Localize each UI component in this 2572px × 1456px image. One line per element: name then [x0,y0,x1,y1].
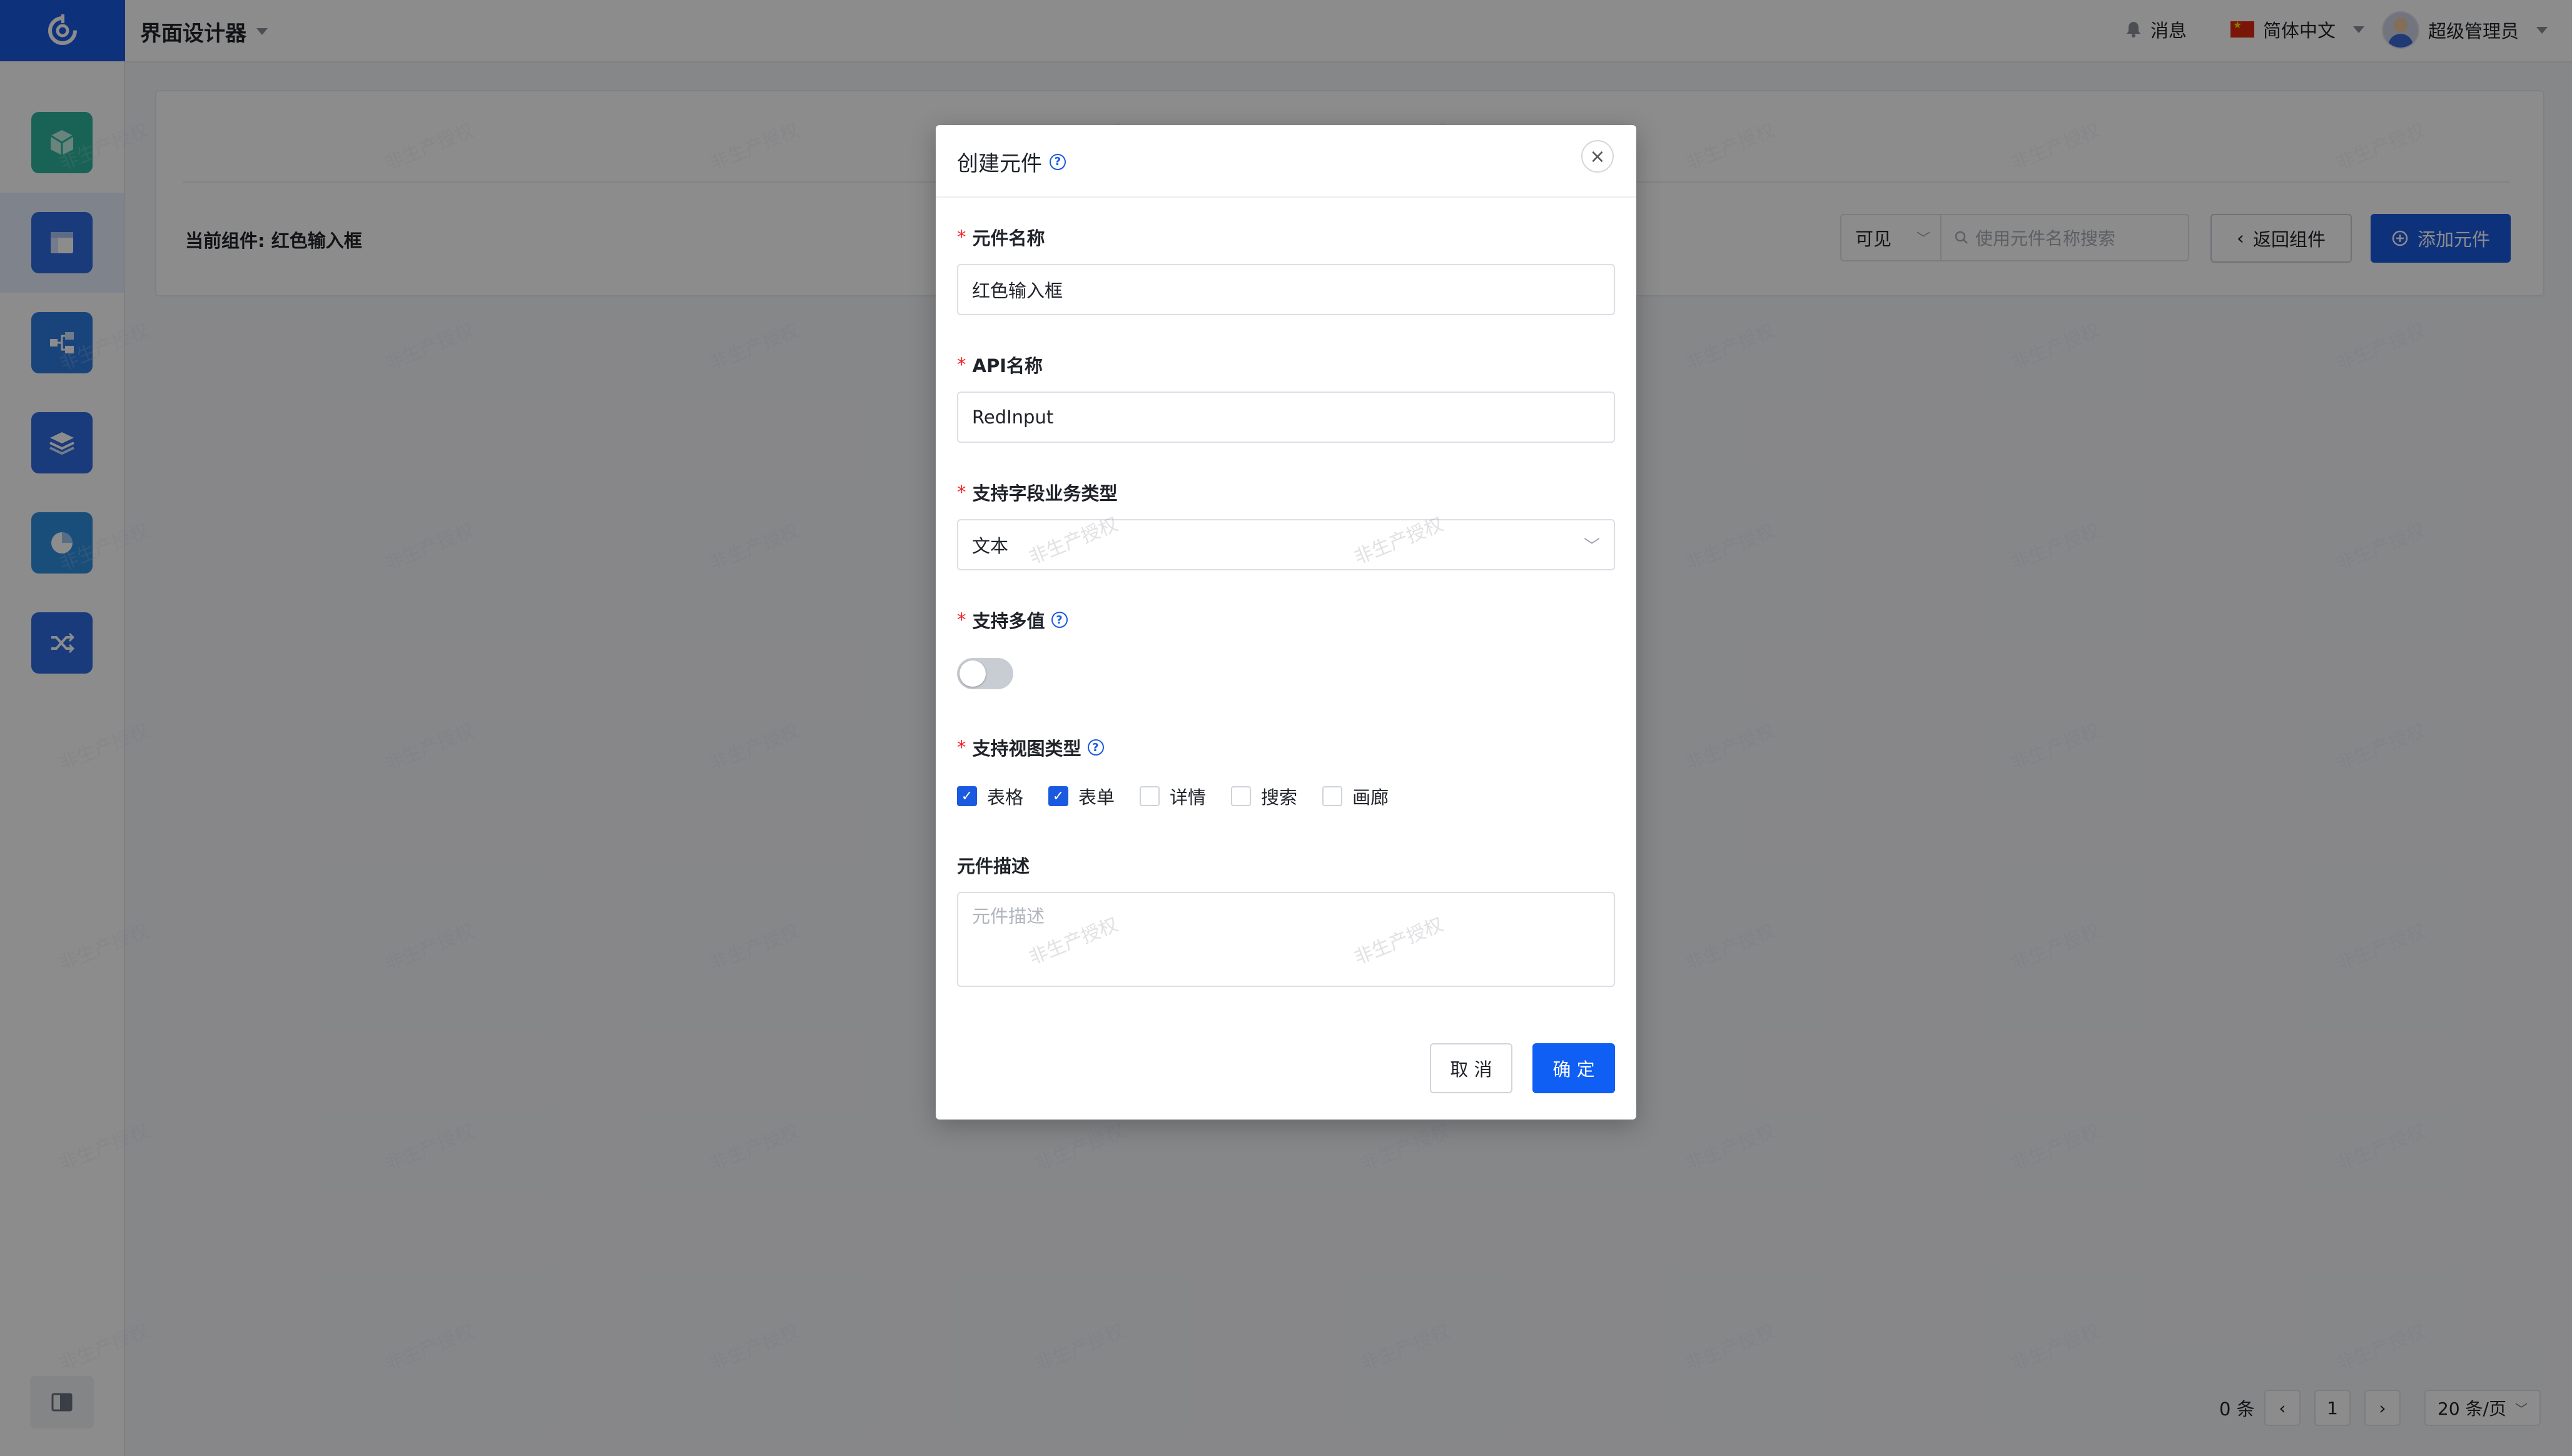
description-label: 元件描述 [957,852,1030,878]
view-type-detail-checkbox[interactable]: 详情 [1140,783,1206,809]
view-type-label: 表格 [987,787,1024,808]
cancel-label: 取 消 [1450,1059,1492,1080]
name-label-text: 元件名称 [972,228,1045,249]
checkbox-checked-icon: ✓ [1048,786,1069,806]
create-component-modal: 创建元件 ? × * 元件名称 红色输入框 * API名称 RedInput *… [936,125,1636,1120]
required-mark: * [957,354,966,375]
help-icon[interactable]: ? [1050,153,1066,170]
view-type-checkbox-group: ✓ 表格 ✓ 表单 详情 搜索 画廊 [957,783,1404,809]
field-type-value: 文本 [972,535,1009,557]
view-type-label: 画廊 [1352,787,1389,808]
checkbox-unchecked-icon [1231,786,1252,806]
view-type-search-checkbox[interactable]: 搜索 [1231,783,1297,809]
confirm-label: 确 定 [1552,1059,1595,1080]
modal-title-text: 创建元件 [957,151,1042,176]
required-mark: * [957,609,966,630]
name-label: * 元件名称 [957,224,1045,250]
multi-value-toggle[interactable] [957,658,1013,689]
required-mark: * [957,737,966,758]
multi-value-label: * 支持多值 ? [957,607,1068,633]
field-type-label-text: 支持字段业务类型 [972,483,1118,504]
api-name-input[interactable]: RedInput [957,392,1615,443]
view-type-label-text: 支持视图类型 [972,738,1081,759]
required-mark: * [957,226,966,248]
view-type-table-checkbox[interactable]: ✓ 表格 [957,783,1023,809]
close-button[interactable]: × [1581,140,1614,173]
confirm-button[interactable]: 确 定 [1532,1043,1615,1093]
name-value: 红色输入框 [972,280,1063,301]
toggle-knob [959,660,986,687]
api-name-value: RedInput [972,407,1054,428]
api-name-label: * API名称 [957,351,1043,378]
checkbox-unchecked-icon [1322,786,1343,806]
view-type-label: * 支持视图类型 ? [957,734,1104,761]
modal-title: 创建元件 ? [957,146,1066,177]
field-type-select[interactable]: 文本 ﹀ [957,519,1615,570]
description-placeholder: 元件描述 [972,906,1045,927]
api-name-label-text: API名称 [972,355,1043,377]
field-type-label: * 支持字段业务类型 [957,479,1118,505]
multi-value-label-text: 支持多值 [972,610,1045,632]
view-type-label: 表单 [1078,787,1115,808]
view-type-form-checkbox[interactable]: ✓ 表单 [1048,783,1115,809]
view-type-gallery-checkbox[interactable]: 画廊 [1322,783,1389,809]
chevron-down-icon: ﹀ [1583,537,1600,556]
view-type-label: 搜索 [1261,787,1298,808]
required-mark: * [957,482,966,503]
cancel-button[interactable]: 取 消 [1430,1043,1512,1093]
help-icon[interactable]: ? [1051,612,1068,628]
view-type-label: 详情 [1170,787,1207,808]
description-label-text: 元件描述 [957,856,1030,877]
checkbox-checked-icon: ✓ [957,786,977,806]
description-textarea[interactable]: 元件描述 [957,892,1615,987]
help-icon[interactable]: ? [1087,739,1104,756]
close-icon: × [1589,145,1606,168]
name-input[interactable]: 红色输入框 [957,264,1615,315]
checkbox-unchecked-icon [1140,786,1160,806]
